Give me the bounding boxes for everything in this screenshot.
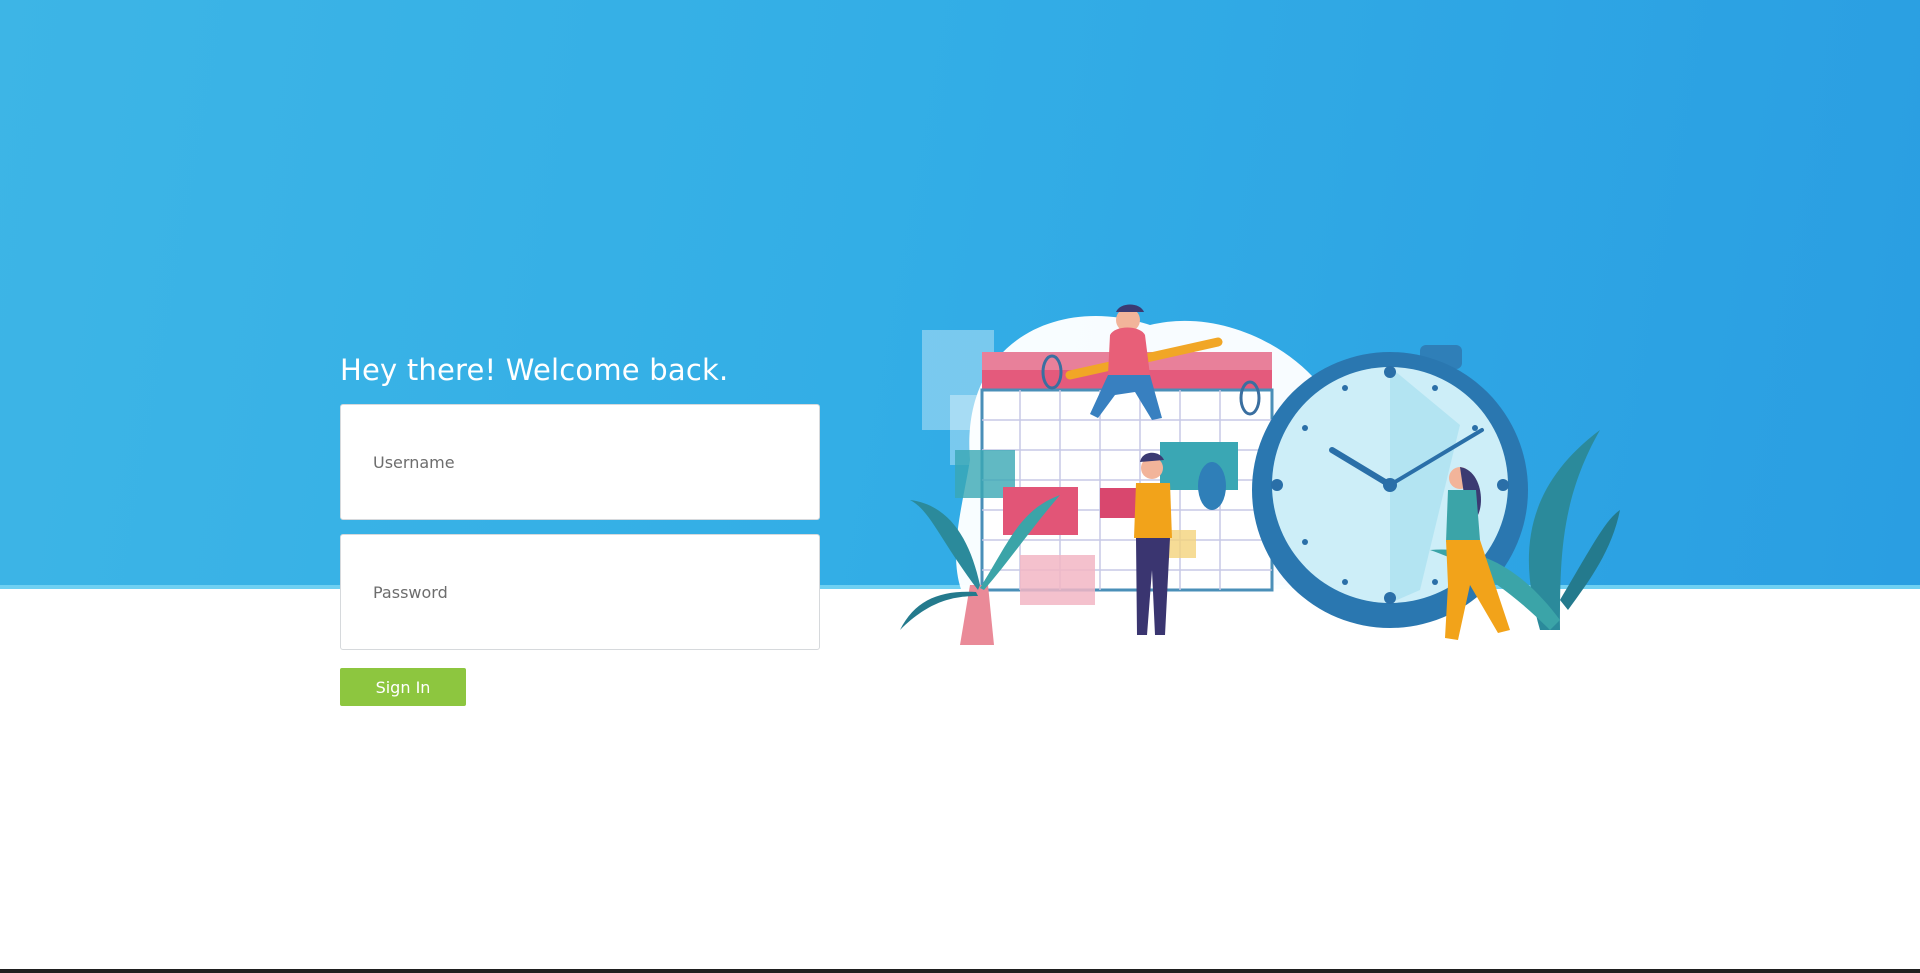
bottom-divider — [0, 969, 1920, 973]
login-page: Hey there! Welcome back. Sign In — [0, 0, 1920, 973]
password-input[interactable] — [340, 534, 820, 650]
calendar-clock-scheduling-illustration — [900, 304, 1620, 645]
username-input[interactable] — [340, 404, 820, 520]
sign-in-button[interactable]: Sign In — [340, 668, 466, 706]
welcome-title: Hey there! Welcome back. — [340, 353, 729, 387]
login-form: Hey there! Welcome back. Sign In — [340, 350, 820, 706]
